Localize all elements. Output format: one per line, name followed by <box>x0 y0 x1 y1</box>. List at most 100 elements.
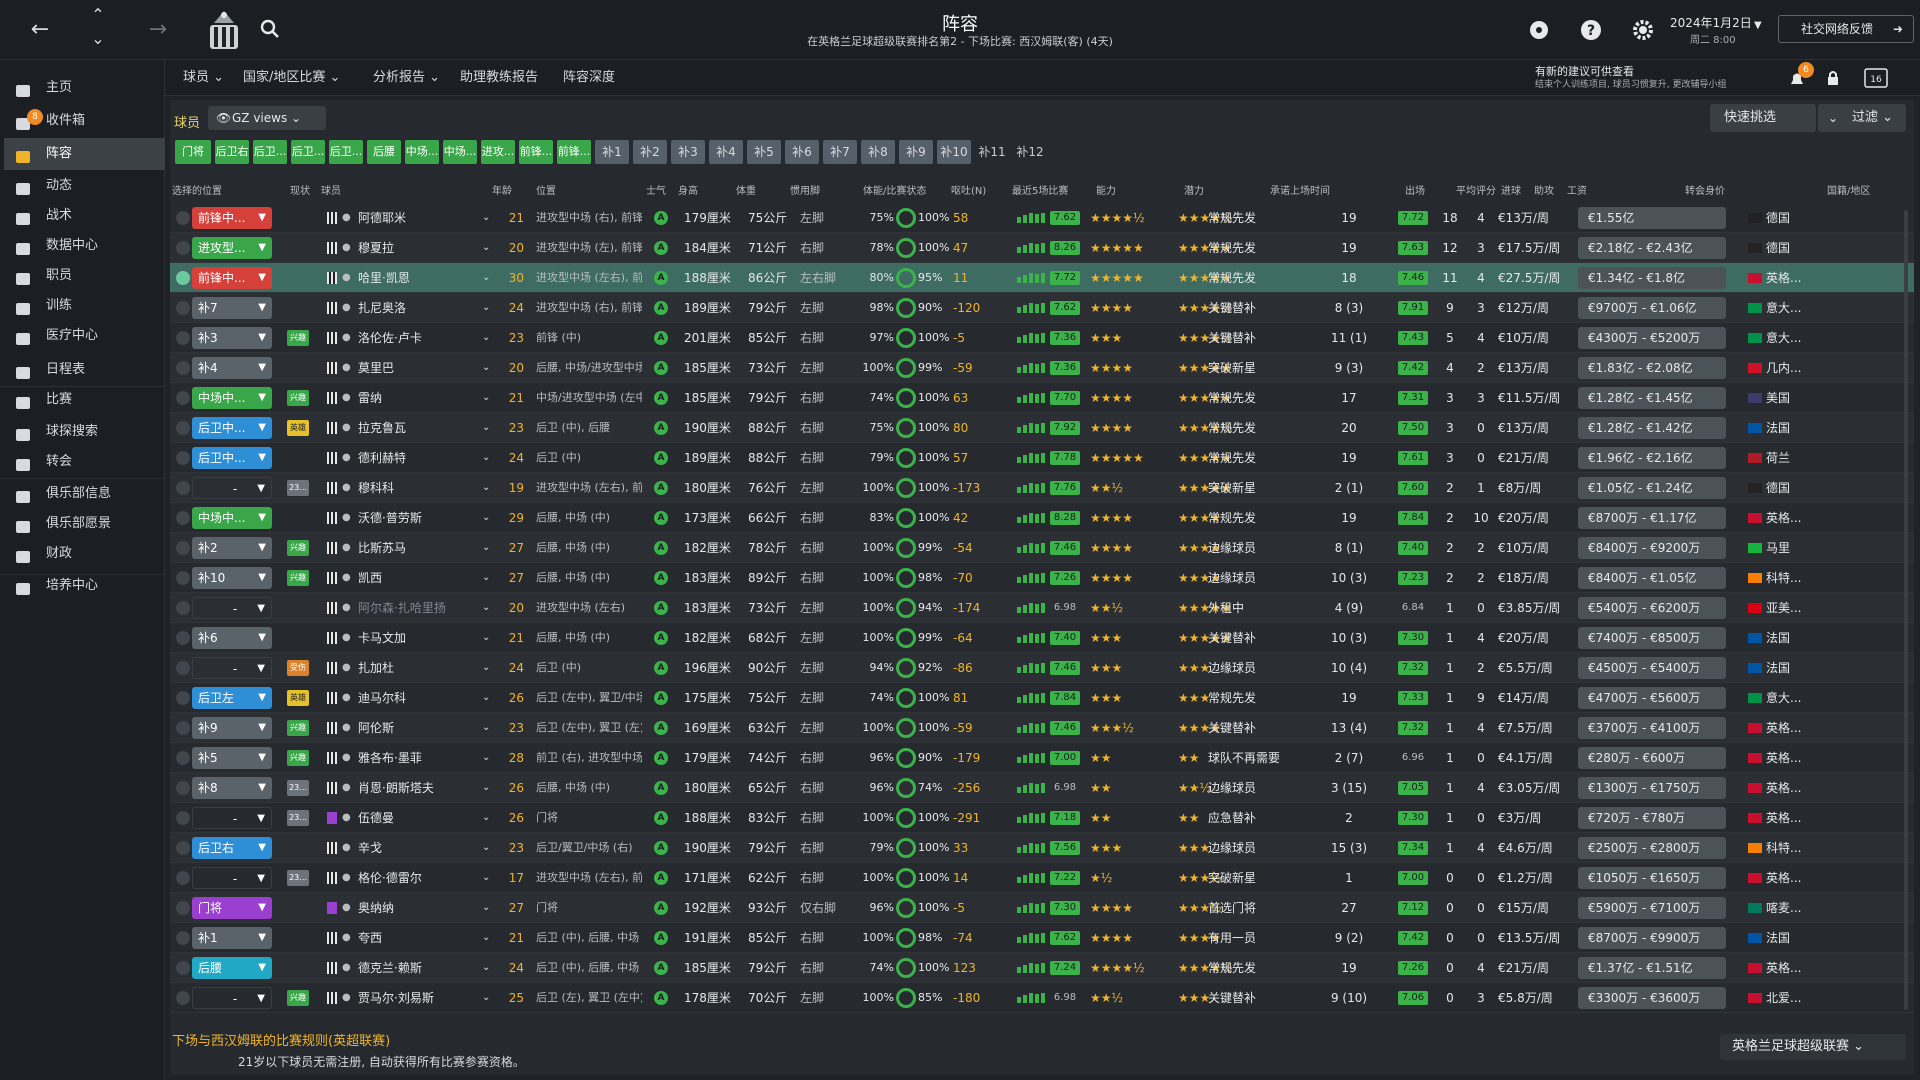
select-checkbox[interactable] <box>176 421 190 435</box>
select-checkbox[interactable] <box>176 541 190 555</box>
selected-position-dropdown[interactable]: 补2 ▼ <box>192 537 272 559</box>
sidebar-item-transfer[interactable]: 转会 <box>4 446 165 478</box>
table-row[interactable]: - ▼ 受伤 ● 扎加杜 ⌄ 24 后卫 (中) A 196厘米 90公斤 左脚 94% 92% -86 7.… <box>170 653 1914 683</box>
subnav-reports[interactable]: 分析报告 ⌄ <box>373 60 440 96</box>
table-row[interactable]: 补6 ▼ ● 卡马文加 ⌄ 21 后腰, 中场 (中) A 182厘米 68公斤 左脚 100% 99%… <box>170 623 1914 653</box>
selected-position-dropdown[interactable]: 中场中... ▼ <box>192 387 272 409</box>
player-name[interactable]: 肖恩·朗斯塔夫 <box>358 773 434 803</box>
next-button[interactable]: ⌄ <box>78 24 118 54</box>
view-selector[interactable]: 👁 GZ views ⌄ <box>208 106 326 130</box>
selected-position-dropdown[interactable]: 前锋中... ▼ <box>192 207 272 229</box>
settings-gear-icon[interactable] <box>1630 17 1656 43</box>
player-name[interactable]: 洛伦佐·卢卡 <box>358 323 422 353</box>
select-checkbox[interactable] <box>176 811 190 825</box>
position-tab[interactable]: 补1 <box>595 140 629 164</box>
club-crest-icon[interactable] <box>200 5 248 53</box>
player-name[interactable]: 阿德耶米 <box>358 203 406 233</box>
select-checkbox[interactable] <box>176 481 190 495</box>
player-name[interactable]: 德克兰·赖斯 <box>358 953 422 983</box>
player-name[interactable]: 阿尔森·扎哈里扬 <box>358 593 446 623</box>
player-dropdown-chevron-icon[interactable]: ⌄ <box>482 473 490 503</box>
select-checkbox[interactable] <box>176 901 190 915</box>
select-checkbox[interactable] <box>176 691 190 705</box>
position-tab[interactable]: 补2 <box>633 140 667 164</box>
selected-position-dropdown[interactable]: 补1 ▼ <box>192 927 272 949</box>
selected-position-dropdown[interactable]: - ▼ <box>192 657 272 679</box>
player-name[interactable]: 雷纳 <box>358 383 382 413</box>
table-row[interactable]: 补8 ▼ 23... ● 肖恩·朗斯塔夫 ⌄ 26 后腰, 中场 (中) A 180厘米 65公斤右… <box>170 773 1914 803</box>
column-header[interactable]: 进球 <box>1501 182 1521 197</box>
select-checkbox[interactable] <box>176 241 190 255</box>
player-name[interactable]: 夸西 <box>358 923 382 953</box>
subnav-squad-depth[interactable]: 阵容深度 <box>563 60 615 96</box>
transfer-value[interactable]: €4500万 - €5400万 <box>1578 657 1726 679</box>
player-dropdown-chevron-icon[interactable]: ⌄ <box>482 413 490 443</box>
select-checkbox[interactable] <box>176 721 190 735</box>
transfer-value[interactable]: €1.83亿 - €2.08亿 <box>1578 357 1726 379</box>
selected-position-dropdown[interactable]: 补3 ▼ <box>192 327 272 349</box>
table-row[interactable]: 后卫右 ▼ ● 辛戈 ⌄ 23 后卫/翼卫/中场 (右) A 190厘米 79公斤 右脚 79% 100… <box>170 833 1914 863</box>
player-dropdown-chevron-icon[interactable]: ⌄ <box>482 863 490 893</box>
table-row[interactable]: 前锋中... ▼ ● 哈里·凯恩 ⌄ 30 进攻型中场 (左右), 前锋 (中) A 188厘米… <box>170 263 1914 293</box>
position-tab[interactable]: 补12 <box>1013 140 1047 164</box>
selected-position-dropdown[interactable]: 补4 ▼ <box>192 357 272 379</box>
player-dropdown-chevron-icon[interactable]: ⌄ <box>482 323 490 353</box>
table-row[interactable]: 中场中... ▼ ● 沃德·普劳斯 ⌄ 29 后腰, 中场 (中) A 173厘米 66公斤 右脚 8… <box>170 503 1914 533</box>
table-row[interactable]: 补2 ▼ 兴趣 ● 比斯苏马 ⌄ 27 后腰, 中场 (中) A 182厘米 78公斤 右脚 100% 9… <box>170 533 1914 563</box>
column-header[interactable]: 位置 <box>536 182 556 197</box>
player-dropdown-chevron-icon[interactable]: ⌄ <box>482 203 490 233</box>
select-checkbox[interactable] <box>176 271 190 285</box>
column-header[interactable]: 出场 <box>1405 182 1425 197</box>
lock-icon[interactable] <box>1826 70 1840 86</box>
player-dropdown-chevron-icon[interactable]: ⌄ <box>482 653 490 683</box>
player-dropdown-chevron-icon[interactable]: ⌄ <box>482 833 490 863</box>
transfer-value[interactable]: €1.34亿 - €1.8亿 <box>1578 267 1726 289</box>
player-dropdown-chevron-icon[interactable]: ⌄ <box>482 293 490 323</box>
transfer-value[interactable]: €1300万 - €1750万 <box>1578 777 1726 799</box>
table-row[interactable]: - ▼ 23... ● 伍德曼 ⌄ 26 门将 A 188厘米 83公斤 右脚 100% 100% -291… <box>170 803 1914 833</box>
transfer-value[interactable]: €1050万 - €1650万 <box>1578 867 1726 889</box>
player-dropdown-chevron-icon[interactable]: ⌄ <box>482 953 490 983</box>
column-header[interactable]: 体能/比赛状态 <box>863 182 926 197</box>
player-dropdown-chevron-icon[interactable]: ⌄ <box>482 503 490 533</box>
player-dropdown-chevron-icon[interactable]: ⌄ <box>482 773 490 803</box>
select-checkbox[interactable] <box>176 991 190 1005</box>
sidebar-item-inbox[interactable]: 8 收件箱 <box>4 105 165 137</box>
player-name[interactable]: 格伦·德雷尔 <box>358 863 422 893</box>
sidebar-item-calendar[interactable]: 日程表 <box>4 354 165 386</box>
table-row[interactable]: 补9 ▼ 兴趣 ● 阿伦斯 ⌄ 23 后卫 (左中), 翼卫 (左) A 169厘米 63公斤 左脚 1… <box>170 713 1914 743</box>
player-name[interactable]: 穆科科 <box>358 473 394 503</box>
filter-button[interactable]: 过滤 ⌄ <box>1840 104 1906 132</box>
column-header[interactable]: 球员 <box>321 182 341 197</box>
selected-position-dropdown[interactable]: 后卫左 ▼ <box>192 687 272 709</box>
position-tab[interactable]: 补10 <box>937 140 971 164</box>
select-checkbox[interactable] <box>176 301 190 315</box>
sidebar-item-dynamics[interactable]: 动态 <box>4 170 165 202</box>
transfer-value[interactable]: €4700万 - €5600万 <box>1578 687 1726 709</box>
player-name[interactable]: 贾马尔·刘易斯 <box>358 983 434 1013</box>
column-header[interactable]: 平均评分 <box>1456 182 1496 197</box>
table-row[interactable]: 后卫中... ▼ 英雄 ● 拉克鲁瓦 ⌄ 23 后卫 (中), 后腰 A 190厘米 88公斤 右脚 7… <box>170 413 1914 443</box>
quick-pick-button[interactable]: 快速挑选 <box>1710 104 1816 132</box>
subnav-international[interactable]: 国家/地区比赛 ⌄ <box>243 60 340 96</box>
player-dropdown-chevron-icon[interactable]: ⌄ <box>482 623 490 653</box>
sidebar-item-tactics[interactable]: 战术 <box>4 200 165 232</box>
selected-position-dropdown[interactable]: 前锋中... ▼ <box>192 267 272 289</box>
position-tab[interactable]: 后卫右 <box>215 140 249 164</box>
select-checkbox[interactable] <box>176 931 190 945</box>
column-header[interactable]: 转会身价 <box>1685 182 1725 197</box>
table-row[interactable]: 补4 ▼ ● 莫里巴 ⌄ 20 后腰, 中场/进攻型中场 (中) A 185厘米 73公斤左脚 10… <box>170 353 1914 383</box>
position-tab[interactable]: 后卫... <box>253 140 287 164</box>
select-checkbox[interactable] <box>176 961 190 975</box>
player-dropdown-chevron-icon[interactable]: ⌄ <box>482 533 490 563</box>
player-dropdown-chevron-icon[interactable]: ⌄ <box>482 263 490 293</box>
column-header[interactable]: 最近5场比赛 <box>1012 182 1068 197</box>
table-row[interactable]: 补10 ▼ 兴趣 ● 凯西 ⌄ 27 后腰, 中场 (中) A 183厘米 89公斤 右脚 100% 98… <box>170 563 1914 593</box>
player-name[interactable]: 比斯苏马 <box>358 533 406 563</box>
selected-position-dropdown[interactable]: 后腰 ▼ <box>192 957 272 979</box>
player-name[interactable]: 雅各布·墨菲 <box>358 743 422 773</box>
column-header[interactable]: 选择的位置 <box>172 182 222 197</box>
selected-position-dropdown[interactable]: - ▼ <box>192 597 272 619</box>
select-checkbox[interactable] <box>176 781 190 795</box>
player-name[interactable]: 沃德·普劳斯 <box>358 503 422 533</box>
